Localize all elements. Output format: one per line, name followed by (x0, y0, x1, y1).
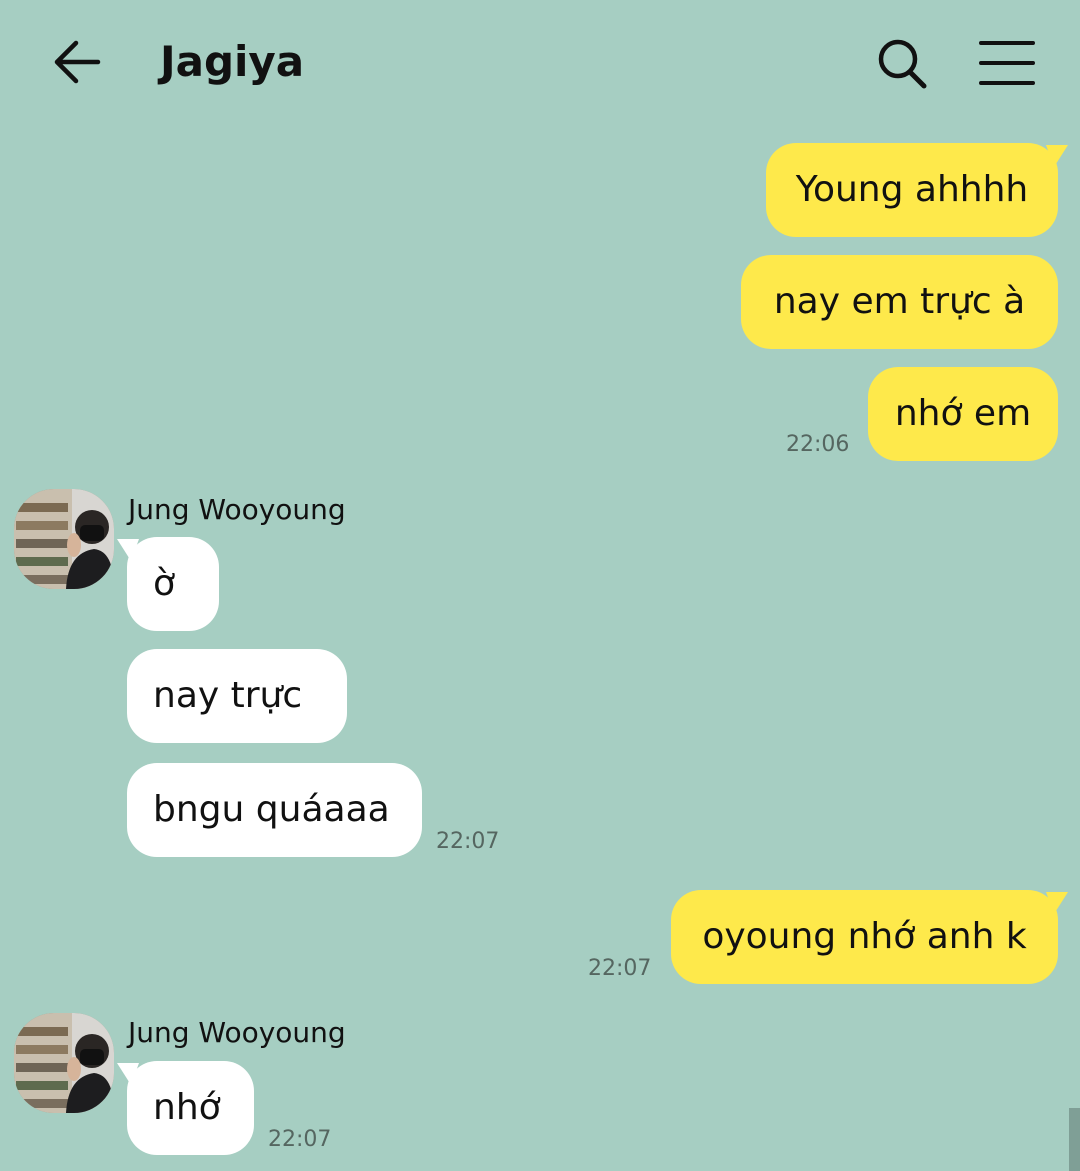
message-timestamp: 22:07 (268, 1127, 332, 1152)
message-timestamp: 22:07 (588, 956, 652, 981)
search-icon (878, 39, 927, 89)
back-button[interactable] (48, 32, 108, 92)
search-button[interactable] (872, 34, 932, 94)
incoming-message[interactable]: ờ (117, 537, 219, 631)
menu-button[interactable] (975, 34, 1039, 94)
message-text: nay trực (153, 675, 303, 716)
message-text: Young ahhhh (795, 169, 1029, 210)
incoming-message[interactable]: nhớ (117, 1061, 254, 1155)
message-text: bngu quáaaa (153, 789, 390, 830)
outgoing-message[interactable]: Young ahhhh (766, 143, 1068, 237)
bubble-tail (117, 539, 139, 561)
scrollbar[interactable] (1069, 1108, 1080, 1171)
profile-photo (14, 489, 114, 589)
message-text: nhớ (153, 1087, 221, 1128)
bubble-tail (117, 1063, 139, 1085)
message-timestamp: 22:06 (786, 432, 850, 457)
avatar[interactable] (14, 489, 114, 589)
chat-header: Jagiya (0, 0, 1080, 125)
bubble-tail (1046, 892, 1068, 914)
message-text: oyoung nhớ anh k (702, 916, 1027, 957)
arrow-left-icon (54, 40, 101, 84)
incoming-message[interactable]: bngu quáaaa (127, 763, 422, 857)
sender-name: Jung Wooyoung (128, 1016, 346, 1049)
hamburger-menu-icon (979, 41, 1035, 85)
avatar[interactable] (14, 1013, 114, 1113)
outgoing-message[interactable]: nay em trực à (741, 255, 1058, 349)
message-timestamp: 22:07 (436, 829, 500, 854)
incoming-message[interactable]: nay trực (127, 649, 347, 743)
message-text: nay em trực à (773, 281, 1026, 322)
message-text: ờ (153, 563, 176, 604)
outgoing-message[interactable]: nhớ em (868, 367, 1058, 461)
message-text: nhớ em (894, 393, 1032, 434)
sender-name: Jung Wooyoung (128, 493, 346, 526)
outgoing-message[interactable]: oyoung nhớ anh k (671, 890, 1068, 984)
bubble-tail (1046, 145, 1068, 167)
profile-photo (14, 1013, 114, 1113)
chat-title: Jagiya (160, 37, 305, 86)
